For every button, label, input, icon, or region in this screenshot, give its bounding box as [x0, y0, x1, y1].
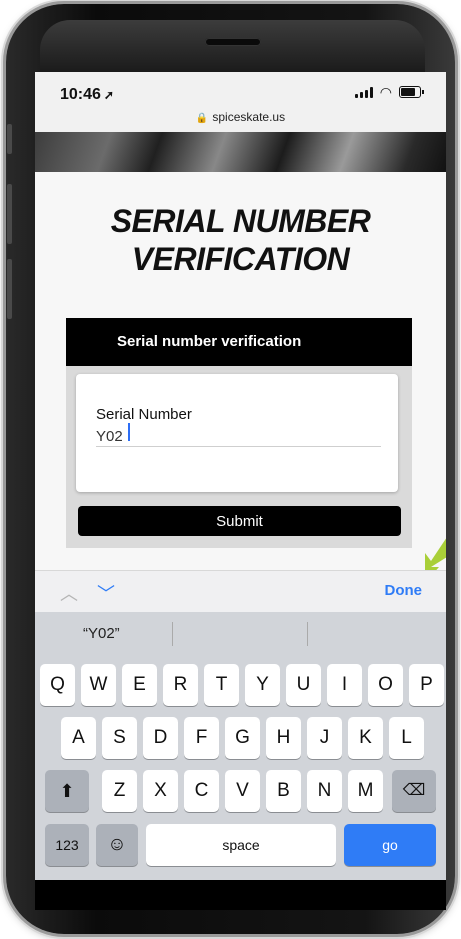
screen: 10:46 ➚ ◠ 🔒 spiceskate.us SERIAL NUMBER VE…	[35, 72, 446, 904]
suggestion-item[interactable]: “Y02”	[83, 625, 120, 642]
key-m[interactable]: M	[348, 770, 383, 812]
key-f[interactable]: F	[184, 717, 219, 759]
shift-key[interactable]: ⬆	[45, 770, 89, 812]
key-r[interactable]: R	[163, 664, 198, 706]
phone-top-glass	[40, 20, 425, 72]
space-key[interactable]: space	[146, 824, 336, 866]
key-x[interactable]: X	[143, 770, 178, 812]
suggestion-divider	[307, 622, 308, 646]
key-v[interactable]: V	[225, 770, 260, 812]
key-p[interactable]: P	[409, 664, 444, 706]
status-bar: 10:46 ➚ ◠ 🔒 spiceskate.us	[35, 72, 446, 132]
key-s[interactable]: S	[102, 717, 137, 759]
key-y[interactable]: Y	[245, 664, 280, 706]
clock: 10:46 ➚	[60, 86, 114, 104]
key-k[interactable]: K	[348, 717, 383, 759]
battery-icon	[399, 86, 424, 98]
suggestion-divider	[172, 622, 173, 646]
serial-number-input[interactable]	[96, 426, 381, 447]
key-e[interactable]: E	[122, 664, 157, 706]
text-cursor	[128, 423, 130, 441]
key-b[interactable]: B	[266, 770, 301, 812]
key-a[interactable]: A	[61, 717, 96, 759]
address-bar[interactable]: 🔒 spiceskate.us	[35, 110, 446, 124]
key-l[interactable]: L	[389, 717, 424, 759]
earpiece-speaker	[205, 38, 261, 46]
page-title: SERIAL NUMBER VERIFICATION	[35, 202, 446, 278]
key-g[interactable]: G	[225, 717, 260, 759]
serial-field-box: Serial Number	[76, 374, 398, 492]
key-z[interactable]: Z	[102, 770, 137, 812]
page-title-line1: SERIAL NUMBER	[110, 203, 371, 239]
key-w[interactable]: W	[81, 664, 116, 706]
key-n[interactable]: N	[307, 770, 342, 812]
lock-icon: 🔒	[195, 113, 209, 124]
volume-down-button	[7, 259, 12, 319]
home-bar-area	[35, 880, 446, 910]
key-h[interactable]: H	[266, 717, 301, 759]
status-indicators: ◠	[354, 84, 424, 100]
key-o[interactable]: O	[368, 664, 403, 706]
hero-image	[35, 132, 446, 172]
key-d[interactable]: D	[143, 717, 178, 759]
page-title-line2: VERIFICATION	[131, 241, 350, 277]
card-header: Serial number verification	[66, 318, 412, 366]
key-q[interactable]: Q	[40, 664, 75, 706]
key-t[interactable]: T	[204, 664, 239, 706]
url-text: spiceskate.us	[212, 110, 286, 124]
clock-time: 10:46	[60, 86, 101, 103]
serial-number-label: Serial Number	[96, 406, 192, 423]
location-arrow-icon: ➚	[103, 88, 114, 102]
volume-up-button	[7, 184, 12, 244]
next-field-chevron-down-icon[interactable]: ﹀	[97, 580, 115, 606]
key-u[interactable]: U	[286, 664, 321, 706]
keyboard-accessory-bar: ︿ ﹀ Done	[35, 570, 446, 613]
key-i[interactable]: I	[327, 664, 362, 706]
verification-form: Serial Number Submit	[66, 366, 412, 548]
numbers-key[interactable]: 123	[45, 824, 89, 866]
page-content: SERIAL NUMBER VERIFICATION Serial number…	[35, 172, 446, 583]
mute-switch	[7, 124, 12, 154]
delete-key[interactable]: ⌫	[392, 770, 436, 812]
previous-field-chevron-up-icon[interactable]: ︿	[60, 580, 78, 606]
key-j[interactable]: J	[307, 717, 342, 759]
emoji-key[interactable]: ☺	[96, 824, 138, 866]
submit-button[interactable]: Submit	[78, 506, 401, 536]
suggestion-bar: “Y02”	[35, 612, 446, 658]
done-button[interactable]: Done	[385, 582, 423, 599]
wifi-icon: ◠	[379, 84, 392, 100]
cellular-signal-icon	[354, 86, 373, 98]
go-key[interactable]: go	[344, 824, 436, 866]
key-c[interactable]: C	[184, 770, 219, 812]
keyboard: “Y02” QWERTYUIOP ASDFGHJKL ZXCVBNM ⬆ ⌫ 1…	[35, 612, 446, 904]
